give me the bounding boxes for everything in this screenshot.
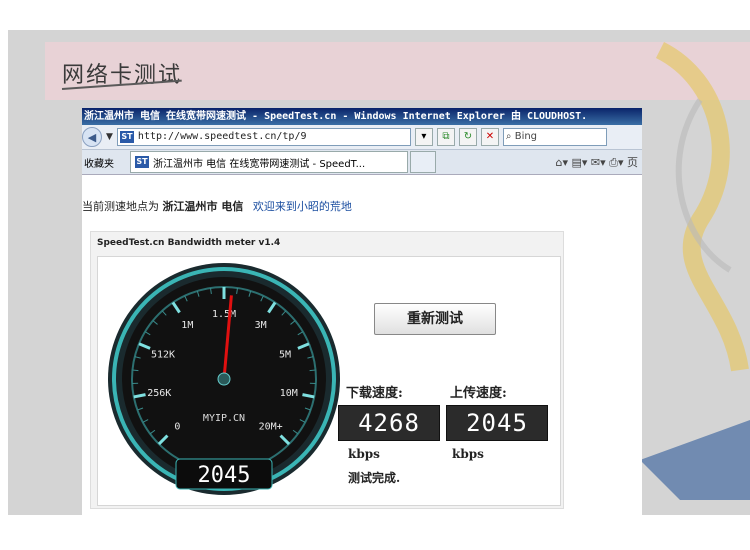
- favorites-button[interactable]: 收藏夹: [82, 155, 130, 170]
- search-input[interactable]: ⌕ Bing: [502, 128, 607, 146]
- retest-button[interactable]: 重新测试: [374, 303, 496, 335]
- gauge-label: 1.5M: [212, 309, 236, 320]
- widget-title: SpeedTest.cn Bandwidth meter v1.4: [97, 238, 281, 248]
- gauge-minor-tick: [132, 369, 139, 372]
- location-line: 当前测速地点为 浙江温州市 电信 欢迎来到小昭的荒地: [82, 200, 352, 213]
- upload-label: 上传速度:: [450, 386, 507, 401]
- home-icon[interactable]: ⌂▾: [555, 156, 568, 169]
- address-dropdown-button[interactable]: ▾: [414, 128, 433, 146]
- new-tab-button[interactable]: [410, 151, 436, 173]
- download-unit: kbps: [348, 447, 380, 461]
- search-icon: ⌕: [505, 131, 515, 142]
- tabs-bar: 收藏夹 ST 浙江温州市 电信 在线宽带网速测试 - SpeedT... ⌂▾ …: [82, 150, 642, 175]
- gauge-brand: MYIP.CN: [203, 413, 245, 424]
- stop-button[interactable]: ✕: [480, 128, 499, 146]
- speed-gauge: 0 256K 512K 1M 1.5M 3M 5M 10M 20M+ MYIP.CN 2045: [108, 263, 340, 495]
- compatibility-view-button[interactable]: ⧉: [436, 128, 455, 146]
- download-label: 下载速度:: [346, 386, 403, 401]
- browser-screenshot: 浙江温州市 电信 在线宽带网速测试 - SpeedTest.cn - Windo…: [82, 108, 642, 516]
- print-icon[interactable]: ⎙▾: [609, 156, 623, 169]
- gauge-label: 3M: [255, 320, 267, 331]
- gauge-readout: 2045: [198, 463, 251, 488]
- tab-speedtest[interactable]: ST 浙江温州市 电信 在线宽带网速测试 - SpeedT...: [130, 151, 408, 173]
- gauge-label: 10M: [280, 388, 298, 399]
- gauge-label: 20M+: [259, 422, 283, 433]
- window-title-bar: 浙江温州市 电信 在线宽带网速测试 - SpeedTest.cn - Windo…: [82, 108, 642, 125]
- tab-favicon-icon: ST: [135, 156, 149, 168]
- gauge-label: 0: [174, 422, 180, 433]
- back-button[interactable]: ◀: [82, 127, 102, 147]
- back-arrow-icon: ◀: [87, 130, 97, 144]
- widget-panel: 0 256K 512K 1M 1.5M 3M 5M 10M 20M+ MYIP.CN 2045 …: [97, 256, 561, 506]
- location-name: 浙江温州市 电信: [162, 200, 244, 213]
- slide-bottom-margin: [0, 515, 750, 550]
- gauge-label: 5M: [279, 350, 291, 361]
- gauge-minor-tick: [309, 369, 316, 372]
- tab-title: 浙江温州市 电信 在线宽带网速测试 - SpeedT...: [153, 158, 366, 170]
- url-text: http://www.speedtest.cn/tp/9: [137, 131, 307, 142]
- gauge-label: 512K: [151, 350, 175, 361]
- refresh-button[interactable]: ↻: [458, 128, 477, 146]
- site-favicon-icon: ST: [119, 131, 134, 143]
- test-status: 测试完成.: [348, 471, 401, 485]
- command-bar: ⌂▾ ▤▾ ✉▾ ⎙▾ 页: [555, 154, 642, 170]
- history-dropdown-icon[interactable]: ▼: [106, 132, 113, 142]
- page-content: 当前测速地点为 浙江温州市 电信 欢迎来到小昭的荒地 SpeedTest.cn …: [82, 192, 642, 516]
- address-toolbar: ◀ ▼ ST http://www.speedtest.cn/tp/9 ▾ ⧉ …: [82, 125, 642, 150]
- address-bar[interactable]: ST http://www.speedtest.cn/tp/9: [116, 128, 411, 146]
- page-menu-icon[interactable]: 页: [627, 156, 638, 169]
- welcome-link[interactable]: 欢迎来到小昭的荒地: [253, 200, 352, 213]
- upload-speed-display: 2045: [446, 405, 548, 441]
- decorative-pattern: [640, 41, 750, 500]
- upload-unit: kbps: [452, 447, 484, 461]
- download-speed-display: 4268: [338, 405, 440, 441]
- mail-icon[interactable]: ✉▾: [591, 156, 606, 169]
- feeds-icon[interactable]: ▤▾: [572, 156, 588, 169]
- gauge-hub: [217, 372, 231, 386]
- bandwidth-meter-widget: SpeedTest.cn Bandwidth meter v1.4 0 256K 5…: [90, 231, 564, 509]
- gauge-label: 1M: [181, 320, 193, 331]
- gauge-label: 256K: [147, 388, 171, 399]
